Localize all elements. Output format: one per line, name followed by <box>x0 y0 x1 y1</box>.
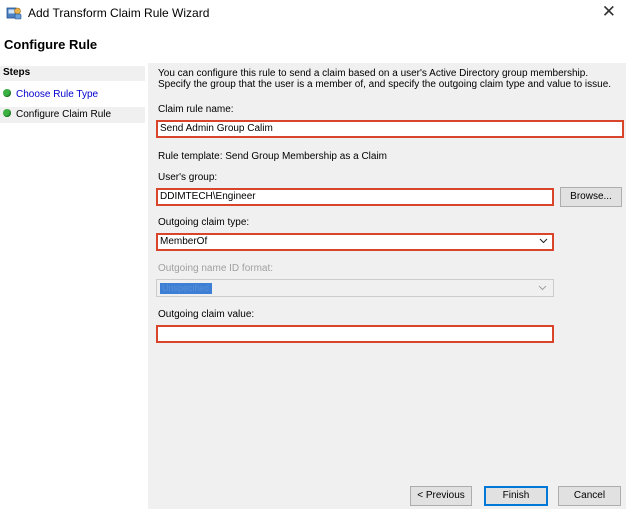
outgoing-claim-type-value: MemberOf <box>160 236 208 247</box>
step-complete-icon <box>3 89 11 97</box>
rule-description: You can configure this rule to send a cl… <box>158 68 612 90</box>
close-icon[interactable]: ✕ <box>602 2 616 22</box>
chevron-down-icon <box>538 281 547 296</box>
step-choose-rule-type[interactable]: Choose Rule Type <box>3 87 98 103</box>
title-bar: Add Transform Claim Rule Wizard ✕ <box>0 0 626 28</box>
browse-button[interactable]: Browse... <box>560 187 622 207</box>
steps-heading: Steps <box>0 66 145 81</box>
outgoing-name-id-format-label: Outgoing name ID format: <box>158 263 274 274</box>
claim-rule-name-input[interactable]: Send Admin Group Calim <box>156 120 624 138</box>
wizard-app-icon <box>6 5 22 21</box>
outgoing-claim-value-label: Outgoing claim value: <box>158 309 255 320</box>
step-current-icon <box>3 109 11 117</box>
outgoing-name-id-format-select: Unspecified <box>156 279 554 297</box>
users-group-label: User's group: <box>158 172 218 183</box>
outgoing-claim-value-input[interactable] <box>156 325 554 343</box>
window-title: Add Transform Claim Rule Wizard <box>28 6 210 20</box>
cancel-button[interactable]: Cancel <box>558 486 621 506</box>
chevron-down-icon <box>539 235 548 249</box>
step-label: Choose Rule Type <box>16 89 99 100</box>
finish-button[interactable]: Finish <box>484 486 548 506</box>
users-group-value: DDIMTECH\Engineer <box>160 191 256 202</box>
rule-template-text: Rule template: Send Group Membership as … <box>158 151 387 162</box>
outgoing-claim-type-select[interactable]: MemberOf <box>156 233 554 251</box>
page-title: Configure Rule <box>4 37 98 52</box>
outgoing-name-id-format-value: Unspecified <box>160 283 212 294</box>
step-configure-claim-rule: Configure Claim Rule <box>0 107 145 123</box>
claim-rule-name-label: Claim rule name: <box>158 104 234 115</box>
steps-panel: Steps Choose Rule Type Configure Claim R… <box>0 63 145 509</box>
claim-rule-name-value: Send Admin Group Calim <box>160 123 273 134</box>
users-group-input[interactable]: DDIMTECH\Engineer <box>156 188 554 206</box>
wizard-button-bar: < Previous Finish Cancel <box>148 481 626 509</box>
outgoing-claim-type-label: Outgoing claim type: <box>158 217 250 228</box>
step-label: Configure Claim Rule <box>16 109 112 120</box>
configure-rule-panel: You can configure this rule to send a cl… <box>148 63 626 509</box>
previous-button[interactable]: < Previous <box>410 486 472 506</box>
